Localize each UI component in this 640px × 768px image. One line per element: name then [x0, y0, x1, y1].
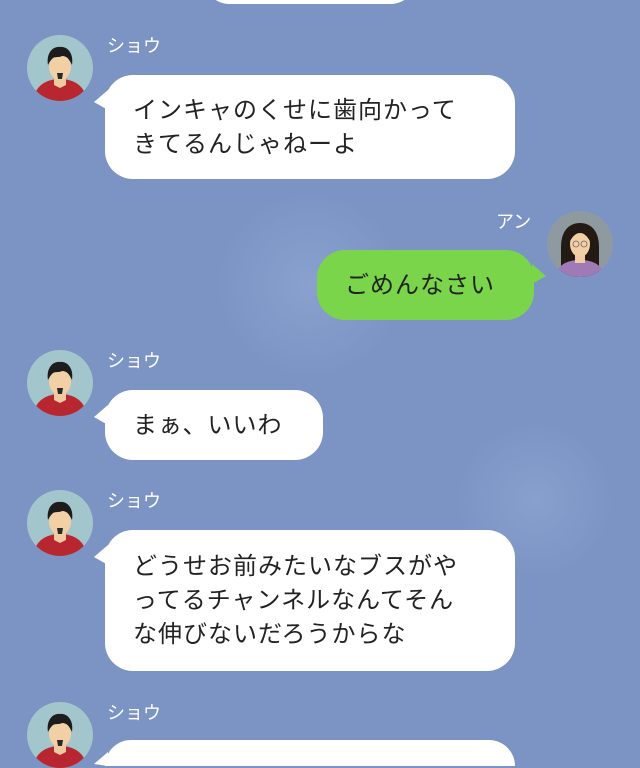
male-avatar-icon: [27, 350, 93, 416]
message-bubble[interactable]: まぁ、いいわ: [105, 390, 323, 460]
message-bubble[interactable]: どうせお前みたいなブスがや ってるチャンネルなんてそん な伸びないだろうからな: [105, 530, 515, 671]
avatar-shou[interactable]: [27, 702, 93, 768]
message-bubble-partial-top: [205, 0, 415, 4]
avatar-an[interactable]: [547, 211, 613, 277]
sender-name: アン: [496, 212, 532, 233]
sender-name: ショウ: [107, 703, 161, 724]
male-avatar-icon: [27, 35, 93, 101]
sender-name: ショウ: [107, 36, 161, 57]
message-bubble-sent[interactable]: ごめんなさい: [317, 250, 534, 320]
message-bubble-partial[interactable]: [105, 740, 515, 766]
avatar-shou[interactable]: [27, 35, 93, 101]
avatar-shou[interactable]: [27, 350, 93, 416]
male-avatar-icon: [27, 490, 93, 556]
avatar-shou[interactable]: [27, 490, 93, 556]
sender-name: ショウ: [107, 491, 161, 512]
male-avatar-icon: [27, 702, 93, 768]
bubble-tail: [532, 264, 546, 284]
message-bubble[interactable]: インキャのくせに歯向かって きてるんじゃねーよ: [105, 75, 515, 179]
sender-name: ショウ: [107, 351, 161, 372]
female-avatar-icon: [547, 211, 613, 277]
